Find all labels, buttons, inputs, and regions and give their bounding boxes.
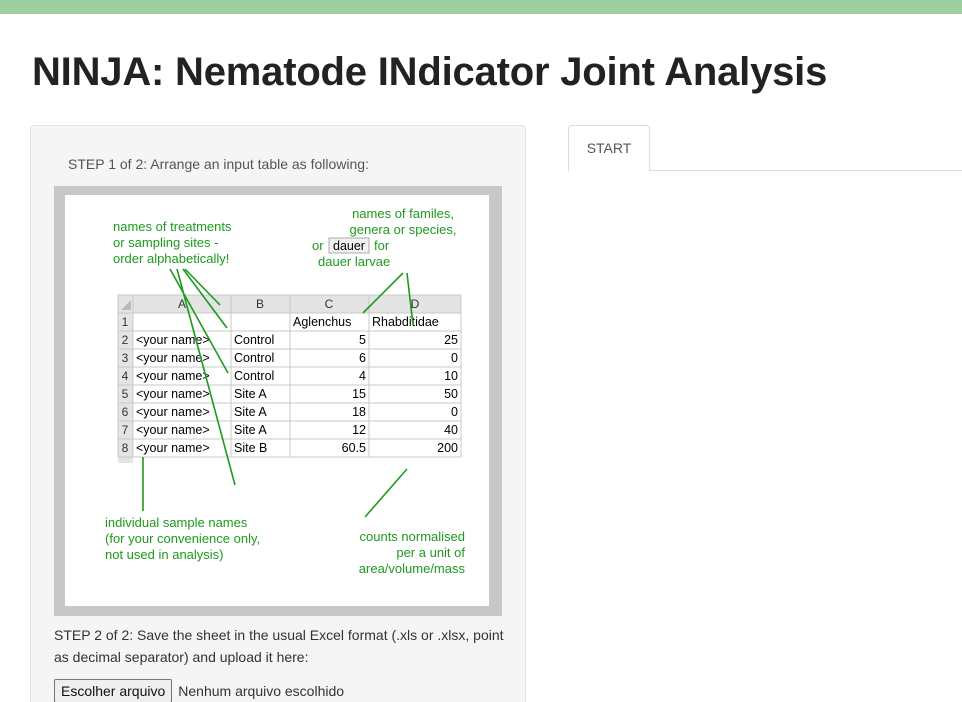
annotation-line: order alphabetically! — [113, 251, 229, 266]
table-cell: 60.5 — [342, 441, 366, 455]
top-accent-bar — [0, 0, 962, 14]
choose-file-button[interactable]: Escolher arquivo — [54, 679, 173, 702]
annotation-line: area/volume/mass — [359, 561, 466, 576]
row-number: 4 — [122, 369, 129, 383]
table-cell: <your name> — [136, 333, 210, 347]
spreadsheet-illustration: A B C D 1 2 3 4 5 6 7 8 Aglenchus Rhabdi… — [105, 206, 466, 576]
annotation-counts: counts normalised per a unit of area/vol… — [359, 529, 466, 576]
annotation-dauer-keyword: dauer — [333, 239, 365, 253]
sidebar-panel: STEP 1 of 2: Arrange an input table as f… — [30, 125, 526, 702]
table-cell: <your name> — [136, 405, 210, 419]
annotation-line: (for your convenience only, — [105, 531, 260, 546]
step2-instruction: STEP 2 of 2: Save the sheet in the usual… — [54, 627, 504, 665]
table-cell: Control — [234, 333, 274, 347]
page-title: NINJA: Nematode INdicator Joint Analysis — [32, 50, 828, 94]
table-cell: <your name> — [136, 387, 210, 401]
table-cell: Site B — [234, 441, 267, 455]
table-cell: <your name> — [136, 351, 210, 365]
annotation-line: dauer larvae — [318, 254, 390, 269]
step1-instruction: STEP 1 of 2: Arrange an input table as f… — [68, 156, 369, 172]
table-cell: 12 — [352, 423, 366, 437]
tab-start[interactable]: START — [568, 125, 650, 172]
annotation-treatments: names of treatments or sampling sites - … — [113, 219, 232, 266]
annotation-line: not used in analysis) — [105, 547, 224, 562]
table-body: <your name> Control 5 25 <your name> Con… — [136, 333, 458, 455]
header-cell-c1: Aglenchus — [293, 315, 351, 329]
annotation-families: names of familes, genera or species, or … — [312, 206, 456, 269]
annotation-line: or sampling sites - — [113, 235, 218, 250]
table-cell: 50 — [444, 387, 458, 401]
table-cell: Site A — [234, 423, 267, 437]
row-number: 3 — [122, 351, 129, 365]
annotation-line: names of treatments — [113, 219, 232, 234]
table-cell: 200 — [437, 441, 458, 455]
annotation-line: per a unit of — [396, 545, 465, 560]
table-cell: Site A — [234, 387, 267, 401]
main-tabs: START — [568, 125, 962, 172]
table-cell: <your name> — [136, 441, 210, 455]
file-status-text: Nenhum arquivo escolhido — [178, 683, 345, 699]
row-number: 5 — [122, 387, 129, 401]
col-letter-b: B — [256, 297, 264, 311]
table-cell: Control — [234, 351, 274, 365]
file-upload-row: Escolher arquivo Nenhum arquivo escolhid… — [54, 679, 344, 702]
annotation-line: names of familes, — [352, 206, 454, 221]
table-cell: 40 — [444, 423, 458, 437]
table-cell: <your name> — [136, 423, 210, 437]
annotation-line: or — [312, 238, 324, 253]
table-cell: 18 — [352, 405, 366, 419]
annotation-line: genera or species, — [350, 222, 457, 237]
row-number: 8 — [122, 441, 129, 455]
table-cell: Control — [234, 369, 274, 383]
figure-canvas: A B C D 1 2 3 4 5 6 7 8 Aglenchus Rhabdi… — [65, 195, 489, 606]
row-number: 2 — [122, 333, 129, 347]
table-cell: <your name> — [136, 369, 210, 383]
table-cell: 5 — [359, 333, 366, 347]
col-letter-d: D — [411, 297, 420, 311]
table-cell: Site A — [234, 405, 267, 419]
table-cell: 4 — [359, 369, 366, 383]
header-cell-d1: Rhabditidae — [372, 315, 439, 329]
table-cell: 0 — [451, 405, 458, 419]
example-table-figure: A B C D 1 2 3 4 5 6 7 8 Aglenchus Rhabdi… — [54, 186, 502, 616]
row-number: 1 — [122, 315, 129, 329]
table-cell: 10 — [444, 369, 458, 383]
col-letter-c: C — [325, 297, 334, 311]
annotation-line: counts normalised — [360, 529, 466, 544]
row-number: 7 — [122, 423, 129, 437]
row-number: 6 — [122, 405, 129, 419]
annotation-samples: individual sample names (for your conven… — [105, 515, 260, 562]
table-cell: 25 — [444, 333, 458, 347]
annotation-line: for — [374, 238, 390, 253]
table-cell: 6 — [359, 351, 366, 365]
table-cell: 15 — [352, 387, 366, 401]
annotation-line: individual sample names — [105, 515, 248, 530]
table-cell: 0 — [451, 351, 458, 365]
